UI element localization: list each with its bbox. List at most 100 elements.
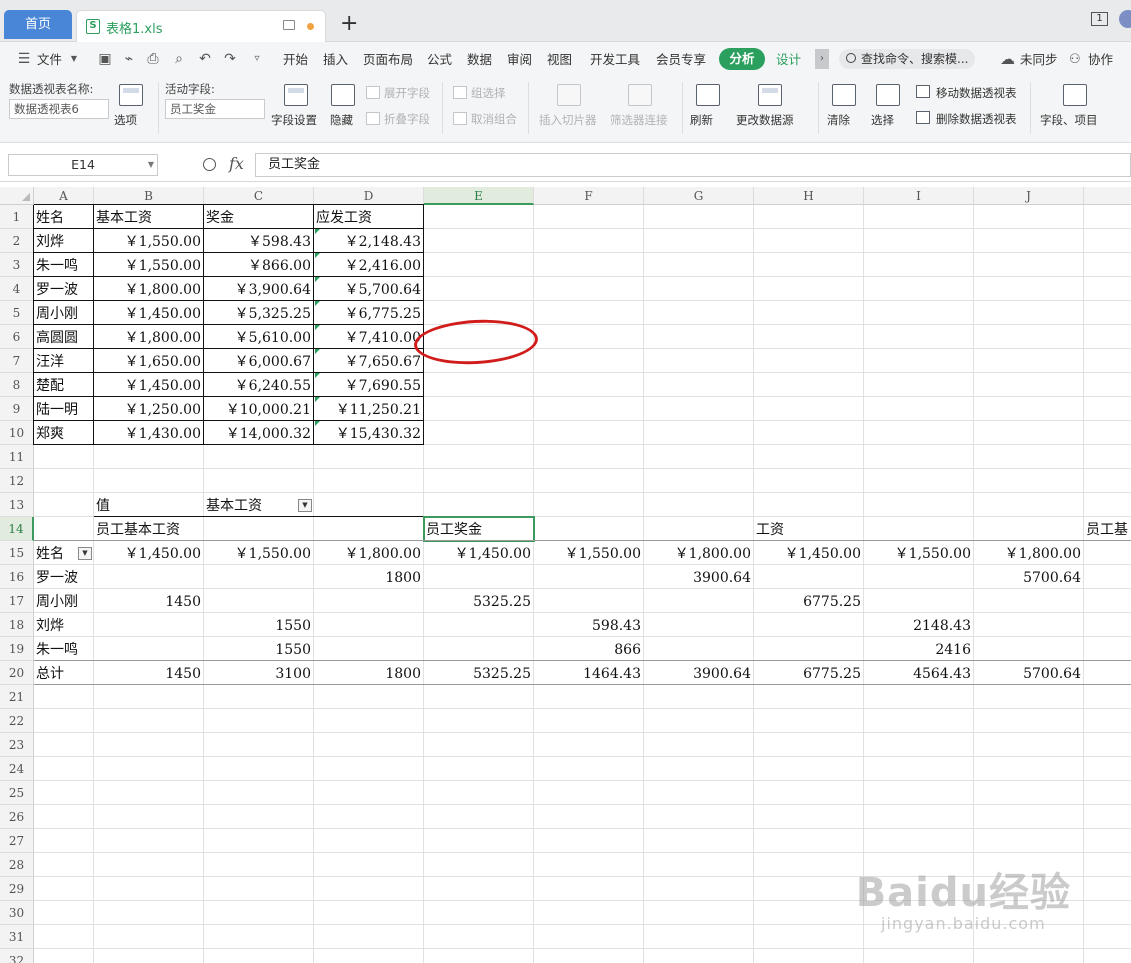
pivot-value-cell[interactable] xyxy=(94,613,203,637)
pivot-group-header[interactable]: 员工基本工资 xyxy=(94,517,423,541)
table-header-cell[interactable]: 应发工资 xyxy=(314,205,423,229)
pivot-value-cell[interactable] xyxy=(754,613,863,637)
currency-cell[interactable]: ￥5,700.64 xyxy=(314,277,423,301)
pivot-value-cell[interactable]: 6775.25 xyxy=(754,661,863,685)
currency-cell[interactable]: ￥1,250.00 xyxy=(94,397,203,421)
pivot-value-cell[interactable] xyxy=(864,565,973,589)
currency-cell[interactable]: ￥6,240.55 xyxy=(204,373,313,397)
menu-start[interactable]: 开始 xyxy=(283,42,308,77)
pivot-value-cell[interactable] xyxy=(864,589,973,613)
currency-cell[interactable]: ￥7,650.67 xyxy=(314,349,423,373)
menu-design[interactable]: 设计 xyxy=(776,42,801,77)
sync-status[interactable]: 未同步 xyxy=(1020,42,1058,77)
currency-cell[interactable]: ￥10,000.21 xyxy=(204,397,313,421)
pivot-value-cell[interactable] xyxy=(314,637,423,661)
column-header-d[interactable]: D xyxy=(314,187,424,205)
print-preview-icon[interactable]: ⌕ xyxy=(171,51,187,67)
pivot-group-header[interactable]: 员工奖金 xyxy=(424,517,753,541)
currency-cell[interactable]: ￥11,250.21 xyxy=(314,397,423,421)
redo-icon[interactable]: ↷ xyxy=(222,51,238,67)
table-header-cell[interactable]: 姓名 xyxy=(34,205,93,229)
pivot-row-label[interactable]: 刘烨 xyxy=(34,613,93,637)
pivot-value-cell[interactable]: 1550 xyxy=(204,637,313,661)
row-header-1[interactable]: 1 xyxy=(0,205,34,229)
zoom-icon[interactable] xyxy=(203,158,216,171)
pivot-column-value[interactable]: ￥1,550.00 xyxy=(204,541,313,565)
tab-home[interactable]: 首页 xyxy=(4,10,72,39)
row-header-17[interactable]: 17 xyxy=(0,589,34,613)
currency-cell[interactable]: ￥5,610.00 xyxy=(204,325,313,349)
pivot-value-cell[interactable] xyxy=(424,637,533,661)
currency-cell[interactable]: ￥15,430.32 xyxy=(314,421,423,445)
hamburger-icon[interactable]: ☰ xyxy=(16,51,32,67)
currency-cell[interactable]: ￥1,550.00 xyxy=(94,253,203,277)
employee-name-cell[interactable]: 陆一明 xyxy=(34,397,93,421)
currency-cell[interactable]: ￥7,690.55 xyxy=(314,373,423,397)
fields-items-button[interactable]: 字段、项目 xyxy=(1040,112,1098,128)
delete-pivot-icon[interactable] xyxy=(916,111,930,124)
pivot-value-cell[interactable] xyxy=(644,637,753,661)
pivot-column-value[interactable]: ￥1,550.00 xyxy=(864,541,973,565)
row-header-5[interactable]: 5 xyxy=(0,301,34,325)
row-header-26[interactable]: 26 xyxy=(0,805,34,829)
menu-insert[interactable]: 插入 xyxy=(323,42,348,77)
column-header-c[interactable]: C xyxy=(204,187,314,205)
pivot-value-cell[interactable]: 3900.64 xyxy=(644,661,753,685)
column-header-g[interactable]: G xyxy=(644,187,754,205)
currency-cell[interactable]: ￥7,410.00 xyxy=(314,325,423,349)
column-header-f[interactable]: F xyxy=(534,187,644,205)
column-header-j[interactable]: J xyxy=(974,187,1084,205)
collab-button[interactable]: 协作 xyxy=(1088,42,1113,77)
pivot-value-cell[interactable] xyxy=(754,565,863,589)
pivot-options-icon[interactable] xyxy=(119,84,143,106)
row-header-29[interactable]: 29 xyxy=(0,877,34,901)
options-button[interactable]: 选项 xyxy=(114,112,137,128)
print-icon[interactable]: ⎙ xyxy=(145,51,161,67)
pivot-value-cell[interactable] xyxy=(974,637,1083,661)
ribbon-scroll-arrow-icon[interactable]: › xyxy=(815,49,829,69)
pivot-value-cell[interactable]: 598.43 xyxy=(534,613,643,637)
row-header-9[interactable]: 9 xyxy=(0,397,34,421)
pivot-value-cell[interactable]: 1550 xyxy=(204,613,313,637)
menu-member[interactable]: 会员专享 xyxy=(656,42,706,77)
pivot-column-value[interactable]: ￥1,550.00 xyxy=(534,541,643,565)
pivot-column-value[interactable]: ￥1,450.00 xyxy=(94,541,203,565)
row-header-31[interactable]: 31 xyxy=(0,925,34,949)
row-header-23[interactable]: 23 xyxy=(0,733,34,757)
column-header-e[interactable]: E xyxy=(424,187,534,205)
employee-name-cell[interactable]: 高圆圆 xyxy=(34,325,93,349)
pivot-row-label[interactable]: 罗一波 xyxy=(34,565,93,589)
row-header-21[interactable]: 21 xyxy=(0,685,34,709)
row-header-7[interactable]: 7 xyxy=(0,349,34,373)
row-header-32[interactable]: 32 xyxy=(0,949,34,963)
row-header-30[interactable]: 30 xyxy=(0,901,34,925)
tab-file[interactable]: S 表格1.xls xyxy=(76,10,326,42)
change-source-button[interactable]: 更改数据源 xyxy=(736,112,794,128)
menu-review[interactable]: 审阅 xyxy=(507,42,532,77)
currency-cell[interactable]: ￥3,900.64 xyxy=(204,277,313,301)
row-header-28[interactable]: 28 xyxy=(0,853,34,877)
pivot-value-cell[interactable] xyxy=(534,589,643,613)
pivot-value-cell[interactable]: 4564.43 xyxy=(864,661,973,685)
row-header-14[interactable]: 14 xyxy=(0,517,34,541)
employee-name-cell[interactable]: 周小刚 xyxy=(34,301,93,325)
tab-analyze[interactable]: 分析 xyxy=(719,48,765,70)
pivot-value-cell[interactable]: 5700.64 xyxy=(974,661,1083,685)
row-header-6[interactable]: 6 xyxy=(0,325,34,349)
employee-name-cell[interactable]: 刘烨 xyxy=(34,229,93,253)
employee-name-cell[interactable]: 罗一波 xyxy=(34,277,93,301)
pivot-value-cell[interactable]: 1800 xyxy=(314,661,423,685)
pivot-value-cell[interactable]: 5325.25 xyxy=(424,589,533,613)
currency-cell[interactable]: ￥14,000.32 xyxy=(204,421,313,445)
menu-formula[interactable]: 公式 xyxy=(427,42,452,77)
currency-cell[interactable]: ￥598.43 xyxy=(204,229,313,253)
active-field-input[interactable]: 员工奖金 xyxy=(165,99,265,119)
pivot-value-cell[interactable] xyxy=(424,613,533,637)
pivot-value-cell[interactable] xyxy=(534,565,643,589)
row-header-20[interactable]: 20 xyxy=(0,661,34,685)
pivot-value-cell[interactable]: 6775.25 xyxy=(754,589,863,613)
menu-view[interactable]: 视图 xyxy=(547,42,572,77)
row-header-10[interactable]: 10 xyxy=(0,421,34,445)
employee-name-cell[interactable]: 郑爽 xyxy=(34,421,93,445)
pivot-value-cell[interactable]: 1464.43 xyxy=(534,661,643,685)
